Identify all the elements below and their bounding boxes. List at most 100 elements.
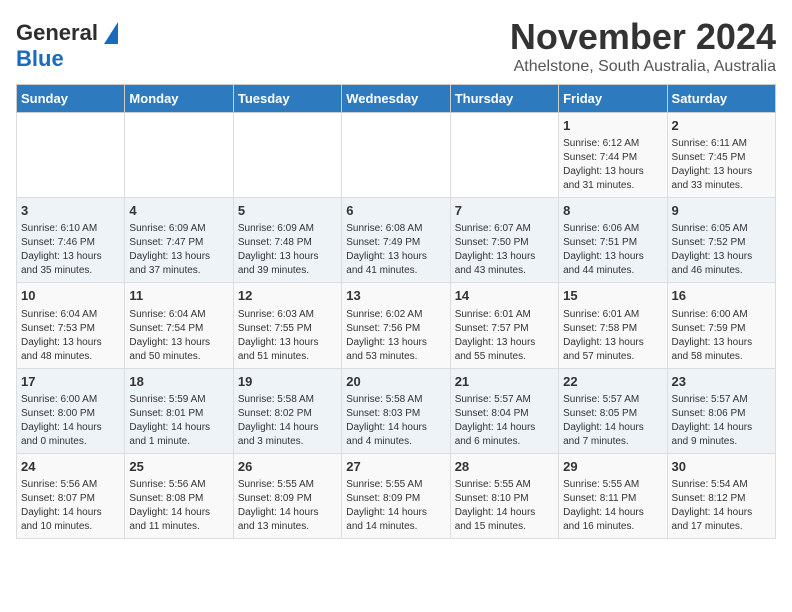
day-number: 8 <box>563 202 662 220</box>
calendar-cell: 21 Sunrise: 5:57 AM Sunset: 8:04 PM Dayli… <box>450 368 558 453</box>
day-number: 6 <box>346 202 445 220</box>
calendar-cell <box>125 113 233 198</box>
calendar-cell: 4Sunrise: 6:09 AM Sunset: 7:47 PM Daylig… <box>125 198 233 283</box>
header-day: Sunday <box>17 85 125 113</box>
logo-blue: Blue <box>16 46 64 72</box>
day-number: 7 <box>455 202 554 220</box>
header-day: Monday <box>125 85 233 113</box>
day-number: 1 <box>563 117 662 135</box>
calendar-cell: 6 Sunrise: 6:08 AM Sunset: 7:49 PM Daylig… <box>342 198 450 283</box>
day-info: Sunrise: 6:12 AM Sunset: 7:44 PM Dayligh… <box>563 137 662 193</box>
header-day: Saturday <box>667 85 775 113</box>
calendar-body: 1 Sunrise: 6:12 AM Sunset: 7:44 PM Daylig… <box>17 113 776 539</box>
header-day: Tuesday <box>233 85 341 113</box>
calendar-cell: 24 Sunrise: 5:56 AM Sunset: 8:07 PM Dayli… <box>17 453 125 538</box>
calendar-cell: 12 Sunrise: 6:03 AM Sunset: 7:55 PM Dayli… <box>233 283 341 368</box>
day-number: 10 <box>21 287 120 305</box>
calendar-cell: 3 Sunrise: 6:10 AM Sunset: 7:46 PM Daylig… <box>17 198 125 283</box>
calendar-week: 24 Sunrise: 5:56 AM Sunset: 8:07 PM Dayli… <box>17 453 776 538</box>
day-info: Sunrise: 6:06 AM Sunset: 7:51 PM Dayligh… <box>563 222 662 278</box>
calendar-cell: 20 Sunrise: 5:58 AM Sunset: 8:03 PM Dayli… <box>342 368 450 453</box>
calendar-table: SundayMondayTuesdayWednesdayThursdayFrid… <box>16 84 776 539</box>
calendar-cell: 23 Sunrise: 5:57 AM Sunset: 8:06 PM Dayli… <box>667 368 775 453</box>
day-info: Sunrise: 6:02 AM Sunset: 7:56 PM Dayligh… <box>346 308 445 364</box>
calendar-cell: 1 Sunrise: 6:12 AM Sunset: 7:44 PM Daylig… <box>559 113 667 198</box>
calendar-subtitle: Athelstone, South Australia, Australia <box>510 58 776 76</box>
day-info: Sunrise: 6:01 AM Sunset: 7:58 PM Dayligh… <box>563 308 662 364</box>
calendar-cell: 29Sunrise: 5:55 AM Sunset: 8:11 PM Dayli… <box>559 453 667 538</box>
calendar-cell: 26 Sunrise: 5:55 AM Sunset: 8:09 PM Dayli… <box>233 453 341 538</box>
calendar-cell: 19Sunrise: 5:58 AM Sunset: 8:02 PM Dayli… <box>233 368 341 453</box>
header-row: SundayMondayTuesdayWednesdayThursdayFrid… <box>17 85 776 113</box>
day-number: 18 <box>129 373 228 391</box>
day-info: Sunrise: 6:00 AM Sunset: 7:59 PM Dayligh… <box>672 308 771 364</box>
day-number: 20 <box>346 373 445 391</box>
day-number: 4 <box>129 202 228 220</box>
calendar-cell: 7Sunrise: 6:07 AM Sunset: 7:50 PM Daylig… <box>450 198 558 283</box>
day-info: Sunrise: 5:55 AM Sunset: 8:09 PM Dayligh… <box>238 478 337 534</box>
day-number: 29 <box>563 458 662 476</box>
day-info: Sunrise: 5:55 AM Sunset: 8:10 PM Dayligh… <box>455 478 554 534</box>
day-number: 12 <box>238 287 337 305</box>
day-info: Sunrise: 5:57 AM Sunset: 8:04 PM Dayligh… <box>455 393 554 449</box>
calendar-cell: 13 Sunrise: 6:02 AM Sunset: 7:56 PM Dayli… <box>342 283 450 368</box>
day-info: Sunrise: 5:55 AM Sunset: 8:09 PM Dayligh… <box>346 478 445 534</box>
day-info: Sunrise: 6:10 AM Sunset: 7:46 PM Dayligh… <box>21 222 120 278</box>
day-info: Sunrise: 5:58 AM Sunset: 8:02 PM Dayligh… <box>238 393 337 449</box>
calendar-cell: 28Sunrise: 5:55 AM Sunset: 8:10 PM Dayli… <box>450 453 558 538</box>
calendar-cell <box>342 113 450 198</box>
day-number: 26 <box>238 458 337 476</box>
calendar-cell: 30Sunrise: 5:54 AM Sunset: 8:12 PM Dayli… <box>667 453 775 538</box>
day-number: 9 <box>672 202 771 220</box>
calendar-title: November 2024 <box>510 16 776 58</box>
day-number: 13 <box>346 287 445 305</box>
calendar-week: 10 Sunrise: 6:04 AM Sunset: 7:53 PM Dayli… <box>17 283 776 368</box>
calendar-week: 1 Sunrise: 6:12 AM Sunset: 7:44 PM Daylig… <box>17 113 776 198</box>
logo: General Blue <box>16 16 118 72</box>
calendar-cell: 2 Sunrise: 6:11 AM Sunset: 7:45 PM Daylig… <box>667 113 775 198</box>
day-info: Sunrise: 5:54 AM Sunset: 8:12 PM Dayligh… <box>672 478 771 534</box>
calendar-cell <box>233 113 341 198</box>
day-info: Sunrise: 5:58 AM Sunset: 8:03 PM Dayligh… <box>346 393 445 449</box>
day-number: 24 <box>21 458 120 476</box>
day-info: Sunrise: 5:59 AM Sunset: 8:01 PM Dayligh… <box>129 393 228 449</box>
day-number: 22 <box>563 373 662 391</box>
day-number: 2 <box>672 117 771 135</box>
day-number: 3 <box>21 202 120 220</box>
header-day: Thursday <box>450 85 558 113</box>
calendar-cell: 5 Sunrise: 6:09 AM Sunset: 7:48 PM Daylig… <box>233 198 341 283</box>
calendar-cell: 17Sunrise: 6:00 AM Sunset: 8:00 PM Dayli… <box>17 368 125 453</box>
day-number: 5 <box>238 202 337 220</box>
day-number: 11 <box>129 287 228 305</box>
calendar-cell: 25Sunrise: 5:56 AM Sunset: 8:08 PM Dayli… <box>125 453 233 538</box>
calendar-cell <box>450 113 558 198</box>
day-info: Sunrise: 6:04 AM Sunset: 7:53 PM Dayligh… <box>21 308 120 364</box>
day-info: Sunrise: 5:56 AM Sunset: 8:07 PM Dayligh… <box>21 478 120 534</box>
header-day: Friday <box>559 85 667 113</box>
day-number: 27 <box>346 458 445 476</box>
calendar-cell: 15 Sunrise: 6:01 AM Sunset: 7:58 PM Dayli… <box>559 283 667 368</box>
day-number: 23 <box>672 373 771 391</box>
day-info: Sunrise: 6:09 AM Sunset: 7:48 PM Dayligh… <box>238 222 337 278</box>
header-day: Wednesday <box>342 85 450 113</box>
logo-icon <box>104 22 118 44</box>
calendar-cell: 22Sunrise: 5:57 AM Sunset: 8:05 PM Dayli… <box>559 368 667 453</box>
day-info: Sunrise: 6:08 AM Sunset: 7:49 PM Dayligh… <box>346 222 445 278</box>
calendar-cell: 10 Sunrise: 6:04 AM Sunset: 7:53 PM Dayli… <box>17 283 125 368</box>
calendar-cell: 18 Sunrise: 5:59 AM Sunset: 8:01 PM Dayli… <box>125 368 233 453</box>
day-number: 16 <box>672 287 771 305</box>
day-info: Sunrise: 5:57 AM Sunset: 8:06 PM Dayligh… <box>672 393 771 449</box>
page-header: General Blue November 2024 Athelstone, S… <box>16 16 776 76</box>
day-number: 21 <box>455 373 554 391</box>
calendar-cell <box>17 113 125 198</box>
calendar-cell: 8 Sunrise: 6:06 AM Sunset: 7:51 PM Daylig… <box>559 198 667 283</box>
day-info: Sunrise: 6:04 AM Sunset: 7:54 PM Dayligh… <box>129 308 228 364</box>
day-number: 15 <box>563 287 662 305</box>
title-block: November 2024 Athelstone, South Australi… <box>510 16 776 76</box>
day-info: Sunrise: 6:00 AM Sunset: 8:00 PM Dayligh… <box>21 393 120 449</box>
day-info: Sunrise: 6:03 AM Sunset: 7:55 PM Dayligh… <box>238 308 337 364</box>
calendar-week: 3 Sunrise: 6:10 AM Sunset: 7:46 PM Daylig… <box>17 198 776 283</box>
calendar-cell: 16 Sunrise: 6:00 AM Sunset: 7:59 PM Dayli… <box>667 283 775 368</box>
calendar-cell: 14Sunrise: 6:01 AM Sunset: 7:57 PM Dayli… <box>450 283 558 368</box>
day-info: Sunrise: 6:11 AM Sunset: 7:45 PM Dayligh… <box>672 137 771 193</box>
